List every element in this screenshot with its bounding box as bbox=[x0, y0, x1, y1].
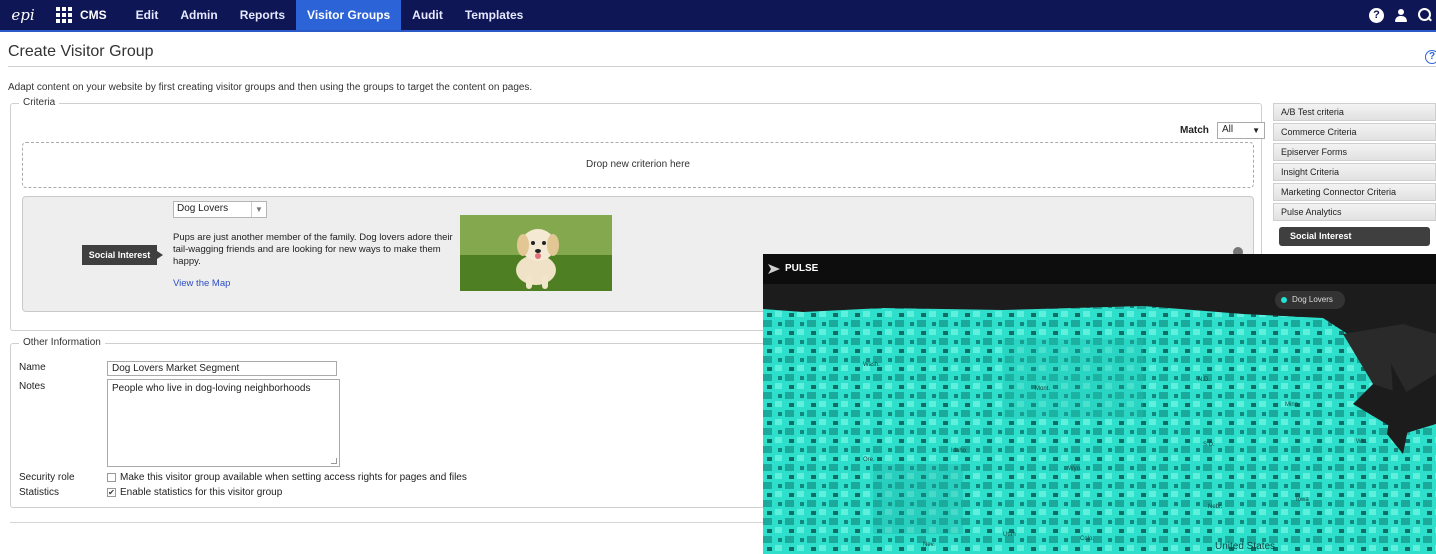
map-label-nev: Nev. bbox=[923, 542, 935, 548]
help-icon[interactable]: ? bbox=[1369, 7, 1384, 23]
map-label-nebr: Nebr. bbox=[1208, 504, 1223, 510]
pulse-logo-icon bbox=[768, 264, 780, 274]
name-label: Name bbox=[19, 362, 46, 373]
panel-pulse-analytics[interactable]: Pulse Analytics bbox=[1273, 203, 1436, 221]
pulse-header: PULSE bbox=[763, 254, 1436, 284]
panel-commerce[interactable]: Commerce Criteria bbox=[1273, 123, 1436, 141]
security-label: Security role bbox=[19, 472, 75, 483]
notes-value: People who live in dog-loving neighborho… bbox=[112, 383, 311, 394]
map-label-colo: Colo. bbox=[1080, 536, 1094, 542]
epi-logo[interactable]: epi bbox=[0, 0, 46, 30]
nav-edit[interactable]: Edit bbox=[125, 0, 170, 30]
notes-textarea[interactable]: People who live in dog-loving neighborho… bbox=[107, 379, 340, 467]
map-label-mont: Mont. bbox=[1035, 386, 1050, 392]
map-label-sd: S.D. bbox=[1203, 442, 1215, 448]
title-divider bbox=[8, 66, 1436, 67]
other-legend: Other Information bbox=[19, 337, 105, 348]
map-label-iowa: Iowa bbox=[1296, 497, 1309, 503]
nav-visitor-groups[interactable]: Visitor Groups bbox=[296, 0, 402, 30]
resize-handle-icon[interactable] bbox=[331, 458, 337, 464]
page-title: Create Visitor Group bbox=[8, 43, 154, 60]
user-icon[interactable] bbox=[1394, 8, 1408, 23]
map-label-ore: Ore. bbox=[863, 457, 875, 463]
map-label-wyo: Wyo. bbox=[1068, 466, 1082, 472]
map-label-united-states: United States bbox=[1215, 541, 1275, 552]
panel-ab-test[interactable]: A/B Test criteria bbox=[1273, 103, 1436, 121]
map-label-minn: Minn. bbox=[1285, 402, 1300, 408]
nav-product-name[interactable]: CMS bbox=[80, 8, 107, 22]
pulse-map-window: PULSE Wash. Mont. N.D. Minn. Ore. Idaho … bbox=[763, 254, 1436, 554]
map-label-idaho: Idaho bbox=[951, 448, 967, 454]
intro-text: Adapt content on your website by first c… bbox=[8, 82, 533, 93]
notes-label: Notes bbox=[19, 381, 46, 392]
interest-select[interactable]: Dog Lovers ▼ bbox=[173, 201, 267, 218]
pulse-title: PULSE bbox=[785, 263, 819, 274]
page-help-icon[interactable]: ? bbox=[1425, 50, 1436, 64]
map-label-nd: N.D. bbox=[1198, 377, 1210, 383]
security-checkbox[interactable] bbox=[107, 473, 116, 482]
panel-marketing-connector[interactable]: Marketing Connector Criteria bbox=[1273, 183, 1436, 201]
match-select[interactable]: All ▼ bbox=[1217, 122, 1265, 139]
nav-audit[interactable]: Audit bbox=[401, 0, 454, 30]
map-label-wis: Wis. bbox=[1356, 439, 1368, 445]
criteria-panel: A/B Test criteria Commerce Criteria Epis… bbox=[1273, 103, 1436, 246]
nav-reports[interactable]: Reports bbox=[229, 0, 296, 30]
top-navigation: epi CMS Edit Admin Reports Visitor Group… bbox=[0, 0, 1436, 32]
match-label: Match bbox=[1180, 125, 1209, 136]
search-icon[interactable] bbox=[1418, 8, 1432, 22]
map-label-wash: Wash. bbox=[863, 362, 880, 368]
statistics-checkbox[interactable]: ✔ bbox=[107, 488, 116, 497]
criterion-drop-zone[interactable]: Drop new criterion here bbox=[22, 142, 1254, 188]
dog-photo bbox=[460, 215, 612, 291]
nav-templates[interactable]: Templates bbox=[454, 0, 534, 30]
map-label-utah: Utah bbox=[1003, 532, 1016, 538]
criterion-description: Pups are just another member of the fami… bbox=[173, 232, 453, 267]
panel-episerver-forms[interactable]: Episerver Forms bbox=[1273, 143, 1436, 161]
chevron-down-icon: ▼ bbox=[1252, 126, 1260, 135]
statistics-text: Enable statistics for this visitor group bbox=[120, 487, 283, 498]
us-map[interactable]: Wash. Mont. N.D. Minn. Ore. Idaho Wyo. S… bbox=[763, 284, 1436, 554]
match-value: All bbox=[1222, 124, 1234, 135]
criteria-legend: Criteria bbox=[19, 97, 60, 108]
criterion-tag[interactable]: Social Interest bbox=[82, 245, 163, 265]
panel-insight[interactable]: Insight Criteria bbox=[1273, 163, 1436, 181]
name-input[interactable]: Dog Lovers Market Segment bbox=[107, 361, 337, 376]
app-grid-icon[interactable] bbox=[54, 5, 74, 25]
view-map-link[interactable]: View the Map bbox=[173, 278, 230, 289]
dog-lovers-legend[interactable]: Dog Lovers bbox=[1275, 291, 1345, 309]
chevron-down-icon: ▼ bbox=[251, 202, 266, 217]
security-text: Make this visitor group available when s… bbox=[120, 472, 467, 483]
nav-admin[interactable]: Admin bbox=[169, 0, 228, 30]
panel-social-interest[interactable]: Social Interest bbox=[1279, 227, 1430, 246]
statistics-label: Statistics bbox=[19, 487, 60, 498]
interest-value: Dog Lovers bbox=[177, 203, 229, 214]
